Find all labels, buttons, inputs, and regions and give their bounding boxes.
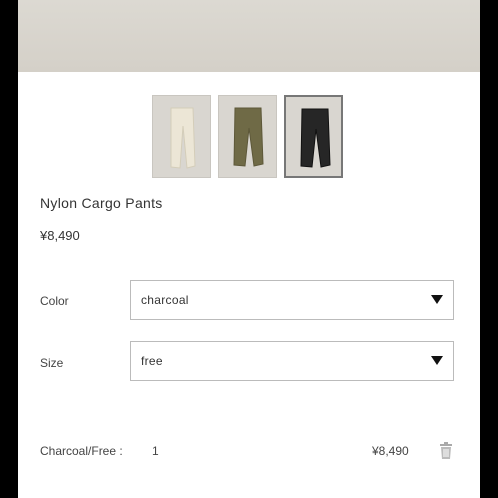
line-item-variant: Charcoal/Free :: [40, 444, 123, 458]
size-label: Size: [40, 356, 64, 370]
thumbnail-ivory[interactable]: [152, 95, 211, 178]
ivory-pants-icon: [170, 107, 196, 169]
product-price: ¥8,490: [40, 228, 80, 243]
size-select-value: free: [141, 354, 163, 368]
thumbnail-olive[interactable]: [218, 95, 277, 178]
thumbnail-strip: [152, 95, 343, 178]
triangle-down-icon: [431, 356, 443, 365]
triangle-down-icon: [431, 295, 443, 304]
olive-pants-icon: [233, 107, 264, 167]
color-label: Color: [40, 294, 69, 308]
hero-image: [18, 0, 480, 72]
thumbnail-charcoal[interactable]: [284, 95, 343, 178]
cart-line-item: Charcoal/Free : 1 ¥8,490: [40, 442, 458, 462]
charcoal-pants-icon: [300, 108, 331, 168]
line-item-quantity: 1: [152, 444, 159, 458]
trash-icon[interactable]: [438, 442, 454, 460]
color-select-value: charcoal: [141, 293, 189, 307]
color-select[interactable]: charcoal: [130, 280, 454, 320]
line-item-amount: ¥8,490: [372, 444, 409, 458]
product-title: Nylon Cargo Pants: [40, 195, 163, 211]
product-panel: Nylon Cargo Pants ¥8,490 Color charcoal …: [18, 0, 480, 498]
size-select[interactable]: free: [130, 341, 454, 381]
